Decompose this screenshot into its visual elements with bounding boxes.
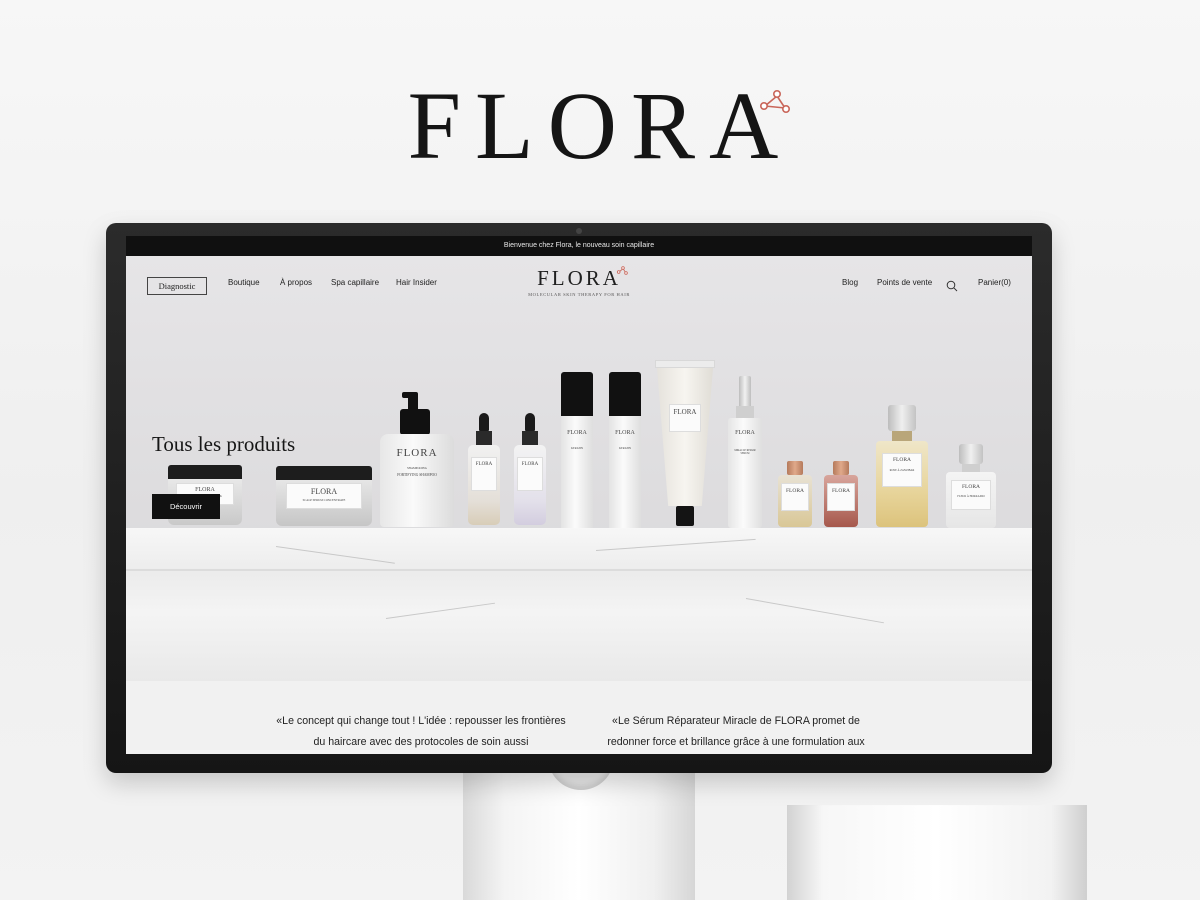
molecule-icon [759, 89, 790, 113]
product-amber-bottle-1: FLORA [778, 461, 812, 527]
press-quote-2: «Le Sérum Réparateur Miracle de FLORA pr… [607, 715, 865, 748]
molecule-icon [616, 266, 628, 275]
press-quotes: «Le concept qui change tout ! L'idée : r… [126, 681, 1032, 754]
search-icon[interactable] [946, 280, 958, 292]
brand-wordmark: FLORA [407, 72, 793, 179]
marble-vein [745, 598, 884, 624]
monitor-frame: Bienvenue chez Flora, le nouveau soin ca… [106, 223, 1052, 773]
product-spray-bottle: FLORA MIRACLE REPAIR SERUM [728, 376, 762, 528]
hero-banner: FLORA INTENSIVE REPAIR MASK FLORA SCALP … [126, 256, 1032, 681]
product-dropper-1: FLORA [468, 413, 500, 525]
marble-shelf [126, 528, 1032, 681]
marble-vein [595, 538, 756, 551]
announcement-bar: Bienvenue chez Flora, le nouveau soin ca… [126, 236, 1032, 256]
product-amber-bottle-2: FLORA [824, 461, 858, 527]
nav-link-blog[interactable]: Blog [842, 278, 858, 287]
nav-logo-tagline: MOLECULAR SKIN THERAPY FOR HAIR [528, 292, 630, 297]
marble-vein [385, 602, 495, 619]
main-nav: Diagnostic Boutique À propos Spa capilla… [126, 256, 1032, 304]
product-perfume-2: FLORA FLEUR À HOKKAIDO [946, 444, 996, 528]
discover-button[interactable]: Découvrir [152, 494, 220, 519]
product-dropper-2: FLORA [514, 413, 546, 525]
mac-studio-box [787, 805, 1087, 900]
camera-dot [576, 228, 582, 234]
product-tube: FLORA [655, 360, 715, 526]
product-perfume-1: FLORA ROSE À ZANZIBAR [876, 405, 928, 527]
nav-link-points-de-vente[interactable]: Points de vente [877, 278, 932, 287]
product-jar-serum: FLORA SCALP SERUM CONCENTRATE [276, 466, 372, 526]
shelf-edge [126, 569, 1032, 571]
product-serum-bottle-2: FLORA KERATIN [609, 372, 641, 528]
nav-logo-wordmark: FLORA [537, 266, 621, 290]
product-serum-bottle-1: FLORA KERATIN [561, 372, 593, 528]
marble-vein [275, 546, 395, 564]
product-shampoo-bottle: FLORA SHAMPOOING FORTIFYING SHAMPOO [380, 392, 454, 527]
brand-logo: FLORA [0, 78, 1200, 174]
cart-link[interactable]: Panier(0) [978, 278, 1011, 287]
website-screen: Bienvenue chez Flora, le nouveau soin ca… [126, 236, 1032, 754]
press-quote-1: «Le concept qui change tout ! L'idée : r… [276, 715, 566, 748]
hero-title: Tous les produits [152, 432, 296, 456]
